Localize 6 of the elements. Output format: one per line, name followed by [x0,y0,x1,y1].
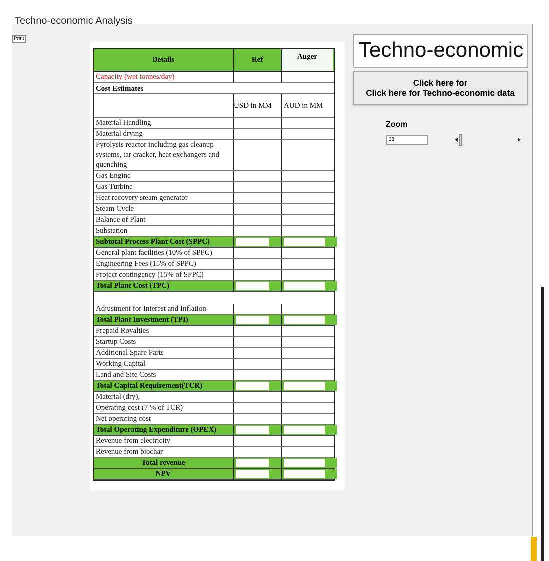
highlight-bar [531,537,537,561]
section-title: Techno-economic [353,34,528,68]
slider-thumb[interactable] [459,134,462,146]
window-title: Techno-economic Analysis [15,16,133,27]
zoom-label: Zoom [386,119,409,131]
techno-economic-data-button[interactable]: Click here for Click here for Techno-economic data [353,71,528,105]
